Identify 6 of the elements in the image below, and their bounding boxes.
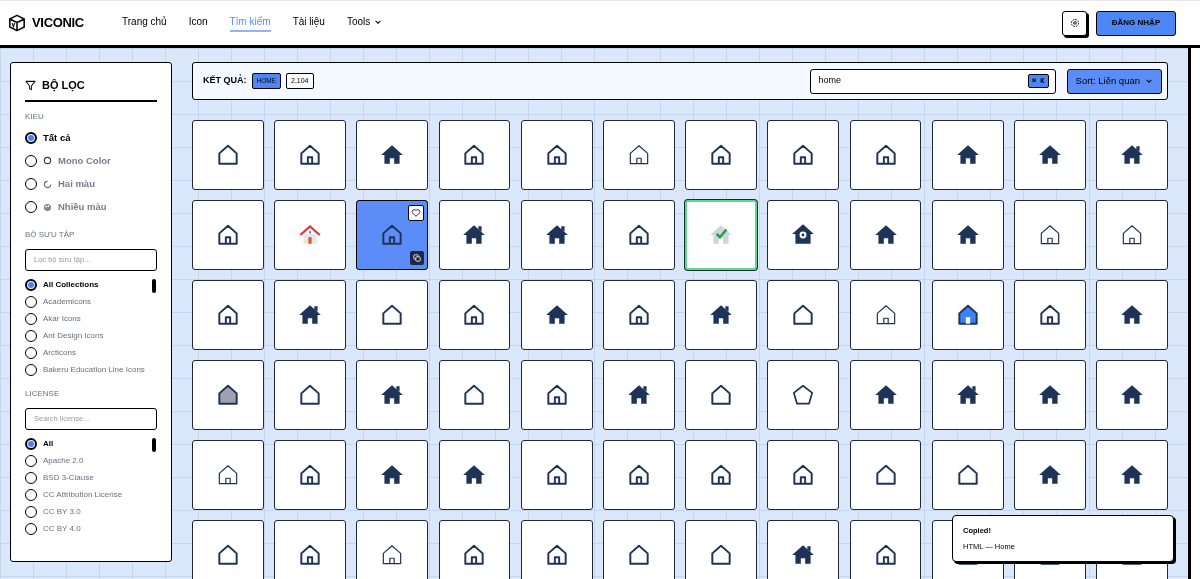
results-label: KẾT QUẢ: bbox=[203, 74, 247, 88]
section-heading: KIỂU bbox=[25, 110, 45, 123]
logo-text: VICONIC bbox=[32, 14, 84, 33]
section-heading: BỘ SƯU TẬP bbox=[25, 228, 76, 241]
panel-title: BỘ LỌC bbox=[42, 78, 85, 94]
section-heading: LICENSE bbox=[25, 387, 61, 400]
